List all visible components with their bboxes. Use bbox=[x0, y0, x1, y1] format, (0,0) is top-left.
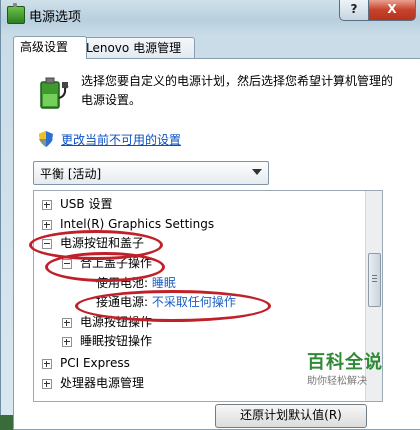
highlight-ellipse-plugged-in bbox=[75, 290, 271, 322]
power-options-dialog: 电源选项 ? X 高级设置 Lenovo 电源管理 选择您要自定义的电源计划，然… bbox=[0, 0, 420, 430]
close-button[interactable]: X bbox=[368, 0, 416, 21]
battery-app-icon bbox=[7, 3, 25, 24]
grip-line bbox=[372, 278, 377, 279]
grip-line bbox=[372, 281, 377, 282]
description-text: 选择您要自定义的电源计划，然后选择您希望计算机管理的电源设置。 bbox=[81, 74, 394, 107]
on-battery-value-link[interactable]: 睡眠 bbox=[152, 276, 176, 290]
tree-item-label: 处理器电源管理 bbox=[60, 376, 145, 390]
tab-advanced-settings[interactable]: 高级设置 bbox=[13, 36, 87, 59]
grip-line bbox=[372, 275, 377, 276]
tab-lenovo-power-management[interactable]: Lenovo 电源管理 bbox=[79, 37, 195, 58]
expand-plus-icon[interactable] bbox=[42, 220, 52, 230]
battery-plug-icon bbox=[40, 77, 69, 109]
expand-plus-icon[interactable] bbox=[42, 379, 52, 389]
tree-item-label: USB 设置 bbox=[60, 197, 113, 211]
scroll-thumb[interactable] bbox=[368, 253, 381, 307]
restore-defaults-button[interactable]: 还原计划默认值(R) bbox=[215, 404, 367, 428]
power-plan-value: 平衡 [活动] bbox=[40, 167, 102, 181]
window-title: 电源选项 bbox=[29, 10, 82, 25]
expand-plus-icon[interactable] bbox=[42, 200, 52, 210]
chevron-down-icon bbox=[252, 169, 262, 175]
tree-item-label: PCI Express bbox=[60, 356, 130, 370]
expand-plus-icon[interactable] bbox=[62, 318, 72, 328]
tree-item-label: 睡眠按钮操作 bbox=[80, 334, 153, 348]
change-unavailable-settings-link[interactable]: 更改当前不可用的设置 bbox=[61, 131, 181, 148]
title-bar[interactable]: 电源选项 ? X bbox=[1, 0, 420, 30]
uac-shield-icon bbox=[39, 131, 53, 147]
expand-plus-icon[interactable] bbox=[42, 359, 52, 369]
watermark-subtitle: 助你轻松解决 bbox=[307, 376, 367, 387]
power-plan-dropdown[interactable]: 平衡 [活动] bbox=[33, 161, 269, 185]
highlight-ellipse-lid-action bbox=[45, 252, 165, 282]
expand-plus-icon[interactable] bbox=[62, 337, 72, 347]
watermark-title: 百科全说 bbox=[307, 352, 383, 373]
help-button[interactable]: ? bbox=[339, 0, 369, 21]
